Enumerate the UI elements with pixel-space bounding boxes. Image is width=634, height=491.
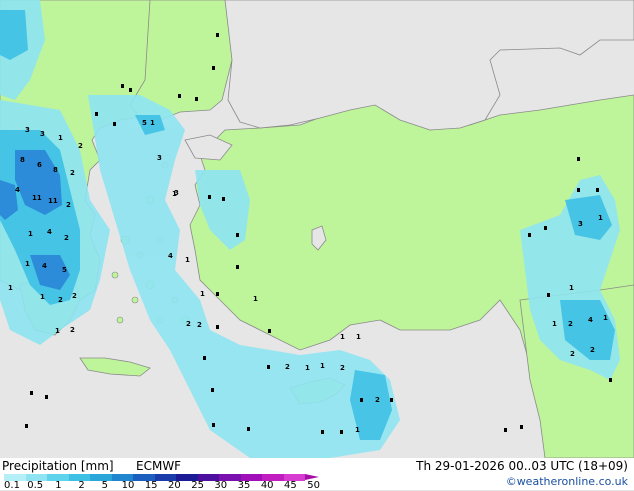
precip-value: 2 — [58, 296, 63, 304]
precip-value: 8 — [53, 166, 58, 174]
precip-value: 3 — [578, 220, 583, 228]
precip-value: 11 — [48, 197, 58, 205]
precip-value: 2 — [70, 169, 75, 177]
map-canvas: 3 3 1 8 6 8 2 4 11 11 2 4 2 1 4 5 1 2 1 … — [0, 0, 634, 458]
precip-value: 1 — [58, 134, 63, 142]
precip-value: 1 — [598, 214, 603, 222]
colorbar-tick-label: 15 — [144, 480, 158, 491]
colorbar-ticks: 0.1 0.5 1 2 5 10 15 20 25 30 35 40 45 50 — [0, 480, 330, 491]
precip-value: 4 — [42, 262, 47, 270]
precip-value: 1 — [569, 284, 574, 292]
precip-value: 3 — [157, 154, 162, 162]
colorbar-tick-label: 20 — [168, 480, 181, 491]
colorbar-tick-label: 1 — [55, 480, 62, 491]
precip-value: 1 — [150, 119, 155, 127]
precip-value: 1 — [185, 256, 190, 264]
model-name: ECMWF — [136, 459, 182, 473]
colorbar-tick-label: 5 — [101, 480, 108, 491]
precip-value: 6 — [37, 161, 42, 169]
credit-link[interactable]: ©weatheronline.co.uk — [506, 475, 628, 488]
precip-value: 3 — [40, 130, 45, 138]
precip-value: 4 — [588, 316, 593, 324]
precip-value: 4 — [168, 252, 173, 260]
precip-value: 2 — [568, 320, 573, 328]
precip-value: 1 — [200, 290, 205, 298]
precip-value: 2 — [590, 346, 595, 354]
precip-value: 2 — [66, 201, 71, 209]
precip-value: 3 — [25, 126, 30, 134]
colorbar-tick-label: 10 — [121, 480, 135, 491]
colorbar-tick-label: 40 — [260, 480, 274, 491]
precip-value: 1 — [320, 362, 325, 370]
precip-value: 2 — [375, 396, 380, 404]
precip-value: 1 — [253, 295, 258, 303]
precip-value: 1 — [25, 260, 30, 268]
colorbar-tick-label: 35 — [237, 480, 251, 491]
precip-value: 11 — [32, 194, 42, 202]
precip-value: 4 — [47, 228, 52, 236]
legend-footer: Precipitation [mm] ECMWF Th 29-01-2026 0… — [0, 458, 634, 491]
precip-value: 8 — [20, 156, 25, 164]
precip-value: 1 — [552, 320, 557, 328]
precip-value: 1 — [40, 293, 45, 301]
valid-time: Th 29-01-2026 00..03 UTC (18+09) — [416, 459, 628, 473]
precip-value: 2 — [197, 321, 202, 329]
precip-value: 1 — [55, 327, 60, 335]
precip-value: 5 — [142, 119, 147, 127]
precip-value: 5 — [62, 266, 67, 274]
colorbar-tick-label: 30 — [214, 480, 228, 491]
colorbar-tick-label: 0.1 — [4, 480, 20, 491]
colorbar-tick-label: 0.5 — [27, 480, 44, 491]
precip-value: 2 — [570, 350, 575, 358]
precip-value: 4 — [15, 186, 20, 194]
colorbar-tick-label: 45 — [284, 480, 297, 491]
precip-value: 2 — [72, 292, 77, 300]
precip-value: 2 — [340, 364, 345, 372]
precip-value: 2 — [186, 320, 191, 328]
colorbar-tick-label: 25 — [191, 480, 204, 491]
precip-value: 2 — [285, 363, 290, 371]
precip-value: 3 — [174, 189, 179, 197]
colorbar-tick-label: 2 — [78, 480, 85, 491]
legend-title: Precipitation [mm] — [2, 459, 114, 473]
colorbar-tick-label: 50 — [307, 480, 320, 491]
precip-value: 2 — [78, 142, 83, 150]
precip-value: 2 — [70, 326, 75, 334]
precip-value: 1 — [355, 426, 360, 434]
precip-value: 1 — [356, 333, 361, 341]
precip-value: 1 — [8, 284, 13, 292]
precip-value: 2 — [64, 234, 69, 242]
precip-value: 1 — [28, 230, 33, 238]
precip-value: 1 — [305, 364, 310, 372]
precip-value: 1 — [340, 333, 345, 341]
precipitation-map: 3 3 1 8 6 8 2 4 11 11 2 4 2 1 4 5 1 2 1 … — [0, 0, 634, 458]
precip-value: 1 — [603, 314, 608, 322]
